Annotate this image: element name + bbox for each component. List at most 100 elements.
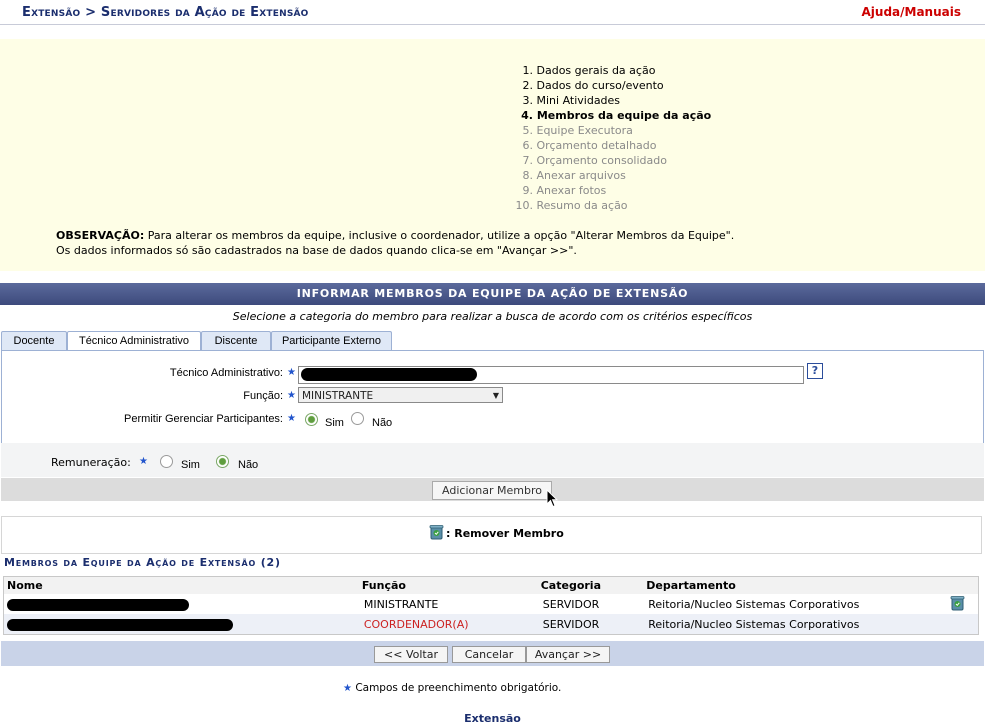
required-star-icon: ★ [343,683,352,694]
permitir-gerenciar-label: Permitir Gerenciar Participantes: [124,413,283,425]
tab-docente[interactable]: Docente [1,331,67,350]
tab-tecnico-administrativo[interactable]: Técnico Administrativo [67,331,201,351]
wizard-step-number: 5. [522,124,534,137]
required-star-icon: ★ [287,413,296,424]
wizard-step-number: 6. [522,139,534,152]
permitir-sim-label: Sim [325,417,344,429]
member-categoria-cell: SERVIDOR [540,594,647,614]
section-subtitle: Selecione a categoria do membro para rea… [232,310,753,323]
funcao-selected-value: MINISTRANTE [302,390,374,402]
required-star-icon: ★ [287,390,296,401]
wizard-step-number: 2. [522,79,534,92]
column-header-departamento: Departamento [646,576,938,594]
member-name-cell [3,614,362,635]
remove-member-legend: : Remover Membro [446,527,564,540]
footer-extensao-link[interactable]: Extensão [0,712,985,725]
wizard-step-3[interactable]: 3. Mini Atividades [511,93,711,108]
observation-line1: Para alterar os membros da equipe, inclu… [147,229,735,242]
required-star-icon: ★ [139,456,148,467]
breadcrumb-root[interactable]: Extensão [22,5,80,20]
wizard-step-label: Orçamento consolidado [536,154,667,167]
member-departamento-cell: Reitoria/Nucleo Sistemas Corporativos [646,614,938,635]
wizard-step-number: 1. [522,64,534,77]
cancel-button[interactable]: Cancelar [452,646,526,663]
remuneracao-sim-radio[interactable] [160,455,173,468]
member-funcao-cell: COORDENADOR(A) [361,614,541,635]
wizard-step-2[interactable]: 2. Dados do curso/evento [511,78,711,93]
redacted-text [7,618,233,631]
help-icon[interactable]: ? [807,363,823,379]
observation-note: OBSERVAÇÃO: Para alterar os membros da e… [56,228,734,258]
wizard-step-label: Membros da equipe da ação [536,109,712,122]
column-header-nome: Nome [3,576,362,594]
member-actions-cell [937,594,979,614]
wizard-step-6: 6. Orçamento detalhado [511,138,711,153]
wizard-step-number: 3. [522,94,534,107]
remuneracao-nao-label: Não [238,459,259,471]
wizard-step-number: 9. [522,184,534,197]
member-categoria-cell: SERVIDOR [540,614,647,635]
wizard-step-number: 8. [522,169,534,182]
wizard-info-box: 1. Dados gerais da ação 2. Dados do curso… [0,39,985,271]
members-header-row: Nome Função Categoria Departamento [3,576,979,594]
wizard-step-label: Anexar fotos [536,184,607,197]
members-table: Nome Função Categoria Departamento MINIS… [3,576,979,635]
redacted-text [7,598,189,611]
wizard-step-number: 7. [522,154,534,167]
trash-icon[interactable] [950,595,965,611]
wizard-step-7: 7. Orçamento consolidado [511,153,711,168]
required-star-icon: ★ [287,367,296,378]
remuneracao-nao-radio[interactable] [216,455,229,468]
remuneracao-label: Remuneração: [51,456,131,469]
wizard-step-label: Dados gerais da ação [536,64,656,77]
member-funcao-cell: MINISTRANTE [361,594,541,614]
wizard-steps-list: 1. Dados gerais da ação 2. Dados do curso… [511,63,712,213]
required-note-text: Campos de preenchimento obrigatório. [355,682,562,694]
wizard-step-9: 9. Anexar fotos [511,183,711,198]
wizard-step-1[interactable]: 1. Dados gerais da ação [511,63,711,78]
member-name-cell [3,594,362,614]
column-header-actions [937,576,979,594]
trash-icon [429,525,444,540]
wizard-step-label: Anexar arquivos [536,169,626,182]
add-member-button[interactable]: Adicionar Membro [432,481,552,500]
permitir-sim-radio[interactable] [305,413,318,426]
section-title-bar: Informar Membros da Equipe da Ação de Ex… [0,283,985,305]
wizard-step-5: 5. Equipe Executora [511,123,711,138]
observation-line2: Os dados informados só são cadastrados n… [56,244,577,257]
redacted-text [301,368,477,381]
remuneracao-sim-label: Sim [181,459,200,471]
mouse-cursor-icon [546,489,558,508]
column-header-categoria: Categoria [540,576,647,594]
member-actions-cell [937,614,979,635]
wizard-step-label: Dados do curso/evento [536,79,664,92]
members-title-text: Membros da Equipe da Ação de Extensão (2… [4,556,281,569]
members-table-title: Membros da Equipe da Ação de Extensão (2… [4,556,281,569]
dropdown-arrow-icon: ▼ [492,391,499,400]
wizard-step-label: Resumo da ação [536,199,628,212]
tecnico-label: Técnico Administrativo: [169,367,283,379]
help-manuals-link[interactable]: Ajuda/Manuais [862,5,962,19]
wizard-step-number: 10. [515,199,534,212]
section-title: Informar Membros da Equipe da Ação de Ex… [296,287,689,300]
table-row: MINISTRANTE SERVIDOR Reitoria/Nucleo Sis… [3,594,979,614]
next-button[interactable]: Avançar >> [526,646,610,663]
wizard-step-label: Orçamento detalhado [536,139,657,152]
wizard-step-label: Mini Atividades [536,94,621,107]
page-title: Servidores da Ação de Extensão [100,5,309,20]
back-button[interactable]: << Voltar [374,646,448,663]
breadcrumb-separator: > [85,5,97,20]
tab-discente[interactable]: Discente [201,331,271,350]
table-row: COORDENADOR(A) SERVIDOR Reitoria/Nucleo … [3,614,979,635]
breadcrumb: Extensão > Servidores da Ação de Extensã… [22,5,309,20]
wizard-step-10: 10. Resumo da ação [511,198,711,213]
tab-participante-externo[interactable]: Participante Externo [271,331,392,350]
member-departamento-cell: Reitoria/Nucleo Sistemas Corporativos [646,594,938,614]
funcao-label: Função: [243,390,283,402]
funcao-select[interactable]: MINISTRANTE ▼ [298,387,503,403]
permitir-nao-radio[interactable] [351,412,364,425]
observation-label: OBSERVAÇÃO: [56,229,145,242]
wizard-step-8: 8. Anexar arquivos [511,168,711,183]
wizard-step-label: Equipe Executora [536,124,633,137]
column-header-funcao: Função [361,576,541,594]
